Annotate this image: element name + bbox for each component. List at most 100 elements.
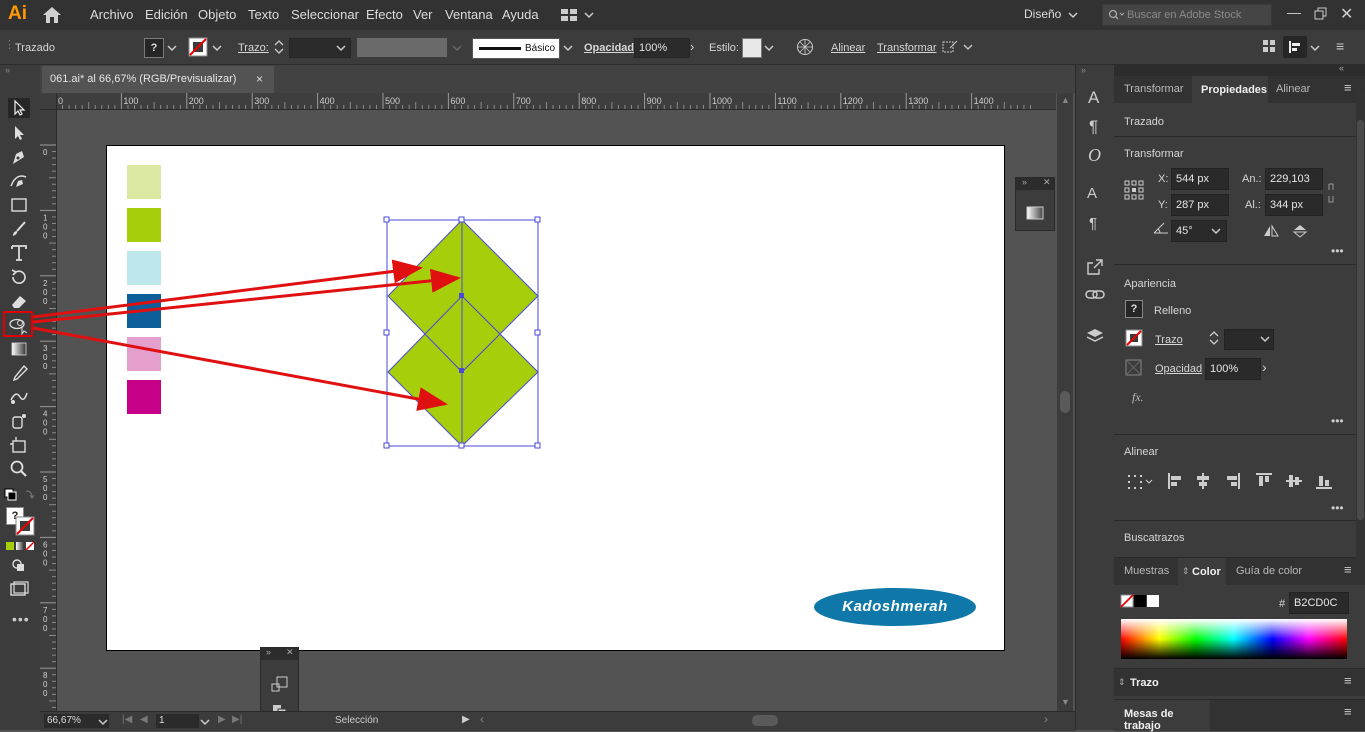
swatch-blue[interactable] [127, 294, 161, 328]
type-tool-icon[interactable] [8, 243, 30, 263]
opacity-input[interactable]: 100% [1205, 358, 1261, 380]
height-input[interactable]: 344 px [1265, 194, 1323, 216]
zoom-tool-icon[interactable] [8, 459, 30, 479]
align-link[interactable]: Alinear [831, 42, 865, 54]
menu-texto[interactable]: Texto [248, 7, 279, 22]
draw-mode-icon[interactable] [8, 555, 30, 575]
panel-menu-icon[interactable]: ≡ [1344, 80, 1352, 95]
scroll-thumb[interactable] [1060, 391, 1070, 413]
panel-menu-icon[interactable]: ≡ [1344, 673, 1352, 688]
opacity-input[interactable]: 100% [634, 38, 690, 58]
swatch-pink[interactable] [127, 337, 161, 371]
paintbrush-tool-icon[interactable] [8, 219, 30, 239]
chevron-down-icon[interactable] [1260, 335, 1270, 343]
stroke-label[interactable]: Trazo: [238, 42, 269, 54]
chevron-down-icon[interactable] [167, 44, 177, 52]
panel-titlebar[interactable]: » ✕ [1016, 177, 1054, 190]
graphic-style-swatch[interactable] [742, 38, 762, 58]
more-options-icon[interactable]: ••• [1331, 501, 1344, 515]
collapse-icon[interactable]: » [5, 65, 10, 75]
stroke-swatch-none[interactable] [15, 516, 35, 536]
transform-each-icon[interactable] [271, 676, 289, 692]
x-input[interactable]: 544 px [1171, 168, 1229, 190]
eraser-tool-icon[interactable] [8, 291, 30, 311]
properties-scroll-thumb[interactable] [1357, 120, 1364, 520]
layers-panel-icon[interactable] [1085, 327, 1105, 345]
close-icon[interactable]: ✕ [286, 647, 294, 658]
stroke-panel-header[interactable]: ⇕ Trazo ≡ [1114, 668, 1365, 696]
default-fill-stroke-icon[interactable] [4, 488, 34, 502]
opacity-label[interactable]: Opacidad [1155, 363, 1202, 375]
reference-point-icon[interactable] [1124, 180, 1144, 200]
close-icon[interactable]: ✕ [1340, 4, 1353, 24]
panel-menu-icon[interactable]: ≡ [1344, 704, 1352, 719]
y-input[interactable]: 287 px [1171, 194, 1229, 216]
more-options-icon[interactable]: ••• [1331, 414, 1344, 428]
opacity-label[interactable]: Opacidad: [584, 42, 638, 54]
menu-objeto[interactable]: Objeto [198, 7, 236, 22]
character-styles-icon[interactable]: A [1087, 185, 1097, 202]
rotate-tool-icon[interactable] [8, 267, 30, 287]
stroke-none-swatch[interactable] [188, 37, 208, 57]
paragraph-panel-icon[interactable]: ¶ [1089, 117, 1098, 137]
chevron-down-icon[interactable] [200, 718, 210, 726]
ruler-origin[interactable] [40, 93, 57, 110]
close-icon[interactable]: ✕ [1043, 177, 1051, 188]
chevron-right-icon[interactable]: › [1262, 359, 1267, 375]
flip-horizontal-icon[interactable] [1263, 224, 1279, 238]
horizontal-ruler[interactable]: 0 100 200 300 400 500 600 700 800 900 1000 1100 1200… [40, 93, 1056, 110]
color-mode-icons[interactable] [5, 541, 35, 551]
chevron-down-icon[interactable] [1310, 44, 1320, 52]
home-icon[interactable] [42, 6, 62, 24]
transform-link[interactable]: Transformar [877, 42, 937, 54]
character-panel-icon[interactable]: A [1088, 88, 1099, 108]
gradient-tool-icon[interactable] [8, 339, 30, 359]
selection-tool-icon[interactable] [8, 98, 30, 118]
chevron-right-icon[interactable]: › [690, 39, 694, 54]
scroll-up-icon[interactable]: ▲ [1061, 95, 1070, 105]
fx-effects-button[interactable]: fx. [1132, 390, 1144, 405]
rectangle-tool-icon[interactable] [8, 195, 30, 215]
collapse-icon[interactable]: » [1081, 65, 1086, 75]
menu-seleccionar[interactable]: Seleccionar [291, 7, 359, 22]
gradient-panel-icon[interactable] [1026, 206, 1044, 220]
panel-menu-icon[interactable]: ≡ [1344, 562, 1352, 577]
tab-alinear[interactable]: Alinear [1276, 76, 1310, 103]
artboards-panel-header[interactable]: Mesas de trabajo ≡ [1114, 699, 1365, 732]
brush-definition[interactable]: Básico [472, 38, 560, 59]
chevron-down-icon[interactable] [98, 718, 108, 726]
screen-mode-icon[interactable] [8, 579, 30, 599]
horizontal-scroll-thumb[interactable] [752, 715, 778, 726]
stock-search-input[interactable]: Buscar en Adobe Stock [1102, 4, 1272, 26]
scroll-down-icon[interactable]: ▼ [1061, 697, 1070, 707]
tab-transformar[interactable]: Transformar [1124, 76, 1184, 103]
workspace-switcher[interactable]: Diseño [1024, 7, 1061, 21]
direct-selection-tool-icon[interactable] [8, 123, 30, 143]
chevron-down-icon[interactable] [452, 44, 462, 52]
next-artboard-icon[interactable]: ▶ [218, 714, 226, 725]
close-tab-icon[interactable]: × [256, 66, 263, 93]
chevron-down-icon[interactable] [1068, 11, 1078, 19]
color-spectrum[interactable] [1121, 619, 1347, 659]
scroll-right-icon[interactable]: › [1044, 712, 1048, 726]
artboard-tool-icon[interactable] [8, 435, 30, 455]
artboards-tab[interactable]: Mesas de trabajo [1114, 700, 1210, 732]
fill-unknown-swatch[interactable]: ? [144, 38, 164, 58]
last-artboard-icon[interactable]: ▶| [232, 714, 242, 725]
artboard[interactable] [106, 145, 1005, 651]
stepper-icon[interactable] [273, 38, 285, 56]
tab-color-active[interactable]: ⇕ Color [1178, 558, 1226, 585]
minimize-icon[interactable]: — [1287, 4, 1301, 20]
eyedropper-tool-icon[interactable] [8, 363, 30, 383]
chevron-down-icon[interactable] [336, 44, 346, 52]
paragraph-styles-icon[interactable]: ¶ [1089, 215, 1097, 232]
menu-edicion[interactable]: Edición [145, 7, 188, 22]
more-tools-icon[interactable]: ••• [12, 611, 30, 627]
artboard-number[interactable]: 1 [156, 714, 199, 728]
panel-menu-button[interactable] [1283, 36, 1307, 58]
vertical-scrollbar[interactable]: ▲ ▼ [1057, 93, 1073, 711]
tab-propiedades-active[interactable]: Propiedades [1192, 76, 1268, 103]
blend-tool-icon[interactable] [8, 387, 30, 407]
collapse-icon[interactable]: « [1339, 63, 1344, 73]
tab-muestras[interactable]: Muestras [1124, 558, 1169, 585]
